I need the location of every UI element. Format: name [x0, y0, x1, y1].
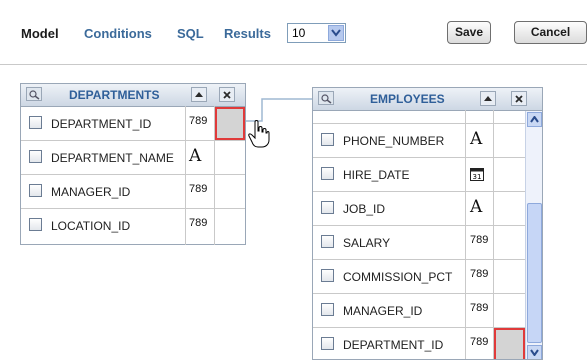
- column-checkbox[interactable]: [29, 184, 42, 197]
- column-name: MANAGER_ID: [51, 185, 131, 199]
- departments-header[interactable]: DEPARTMENTS: [21, 84, 245, 107]
- column-checkbox[interactable]: [321, 303, 334, 316]
- column-row-location-id[interactable]: LOCATION_ID 789: [21, 209, 245, 243]
- tab-sql[interactable]: SQL: [177, 26, 204, 41]
- numeric-type-icon: 789: [189, 183, 208, 195]
- scroll-up-icon[interactable]: [527, 112, 542, 127]
- column-row-phone-number[interactable]: PHONE_NUMBER A: [313, 124, 525, 158]
- cancel-button[interactable]: Cancel: [514, 21, 587, 44]
- close-icon[interactable]: [511, 91, 527, 106]
- results-limit-select[interactable]: 10: [287, 23, 346, 43]
- column-checkbox[interactable]: [29, 150, 42, 163]
- column-row-department-id[interactable]: DEPARTMENT_ID 789: [21, 107, 245, 141]
- chevron-down-icon[interactable]: [328, 25, 344, 41]
- column-name: DEPARTMENT_ID: [51, 117, 152, 131]
- column-checkbox[interactable]: [321, 235, 334, 248]
- column-name: COMMISSION_PCT: [343, 270, 453, 284]
- column-checkbox[interactable]: [321, 201, 334, 214]
- numeric-type-icon: 789: [470, 336, 489, 348]
- column-name: MANAGER_ID: [343, 304, 423, 318]
- svg-text:31: 31: [473, 173, 482, 181]
- results-limit-value: 10: [292, 26, 306, 40]
- column-row-salary[interactable]: SALARY 789: [313, 226, 525, 260]
- column-name: HIRE_DATE: [343, 168, 410, 182]
- column-name: DEPARTMENT_NAME: [51, 151, 174, 165]
- column-row-job-id[interactable]: JOB_ID A: [313, 192, 525, 226]
- tab-model[interactable]: Model: [21, 26, 59, 41]
- numeric-type-icon: 789: [470, 302, 489, 314]
- collapse-up-icon[interactable]: [480, 91, 496, 106]
- numeric-type-icon: 789: [189, 115, 208, 127]
- column-checkbox[interactable]: [29, 218, 42, 231]
- close-icon[interactable]: [219, 87, 235, 102]
- numeric-type-icon: 789: [470, 268, 489, 280]
- column-checkbox[interactable]: [321, 167, 334, 180]
- query-builder-toolbar: Model Conditions SQL Results 10 Save Can…: [0, 0, 587, 65]
- column-row-department-id[interactable]: DEPARTMENT_ID 789: [313, 328, 525, 359]
- departments-table[interactable]: DEPARTMENTS DEPARTMENT_ID 789 DEPARTMENT…: [20, 83, 246, 245]
- column-checkbox[interactable]: [321, 133, 334, 146]
- scroll-down-icon[interactable]: [527, 345, 542, 359]
- column-row-partial: [313, 111, 525, 124]
- column-checkbox[interactable]: [29, 116, 42, 129]
- text-type-icon: A: [470, 129, 483, 149]
- column-name: DEPARTMENT_ID: [343, 338, 444, 352]
- vertical-scrollbar[interactable]: [525, 111, 542, 359]
- employees-header[interactable]: EMPLOYEES: [313, 88, 542, 111]
- calendar-icon: 31: [470, 168, 484, 181]
- column-row-manager-id[interactable]: MANAGER_ID 789: [21, 175, 245, 209]
- save-button[interactable]: Save: [447, 21, 491, 44]
- text-type-icon: A: [189, 146, 202, 166]
- tab-conditions[interactable]: Conditions: [84, 26, 152, 41]
- column-row-commission-pct[interactable]: COMMISSION_PCT 789: [313, 260, 525, 294]
- model-canvas: DEPARTMENTS DEPARTMENT_ID 789 DEPARTMENT…: [0, 65, 587, 360]
- employees-title: EMPLOYEES: [370, 92, 445, 106]
- column-row-hire-date[interactable]: HIRE_DATE 31: [313, 158, 525, 192]
- text-type-icon: A: [470, 197, 483, 217]
- tab-results[interactable]: Results: [224, 26, 271, 41]
- column-name: JOB_ID: [343, 202, 386, 216]
- numeric-type-icon: 789: [470, 234, 489, 246]
- column-name: SALARY: [343, 236, 391, 250]
- column-checkbox[interactable]: [321, 269, 334, 282]
- column-row-manager-id[interactable]: MANAGER_ID 789: [313, 294, 525, 328]
- join-handle-selected[interactable]: [494, 328, 525, 359]
- magnifier-icon[interactable]: [318, 91, 334, 105]
- employees-table[interactable]: EMPLOYEES PHONE_NUMBER A HIRE_DATE 31 JO…: [312, 87, 543, 360]
- hand-cursor-icon: [248, 120, 270, 148]
- join-handle-selected[interactable]: [215, 107, 245, 140]
- column-name: PHONE_NUMBER: [343, 134, 445, 148]
- scrollbar-thumb[interactable]: [527, 203, 542, 343]
- numeric-type-icon: 789: [189, 217, 208, 229]
- column-checkbox[interactable]: [321, 337, 334, 350]
- column-row-department-name[interactable]: DEPARTMENT_NAME A: [21, 141, 245, 175]
- departments-title: DEPARTMENTS: [69, 88, 160, 102]
- magnifier-icon[interactable]: [26, 87, 42, 101]
- column-name: LOCATION_ID: [51, 219, 131, 233]
- collapse-up-icon[interactable]: [191, 87, 207, 102]
